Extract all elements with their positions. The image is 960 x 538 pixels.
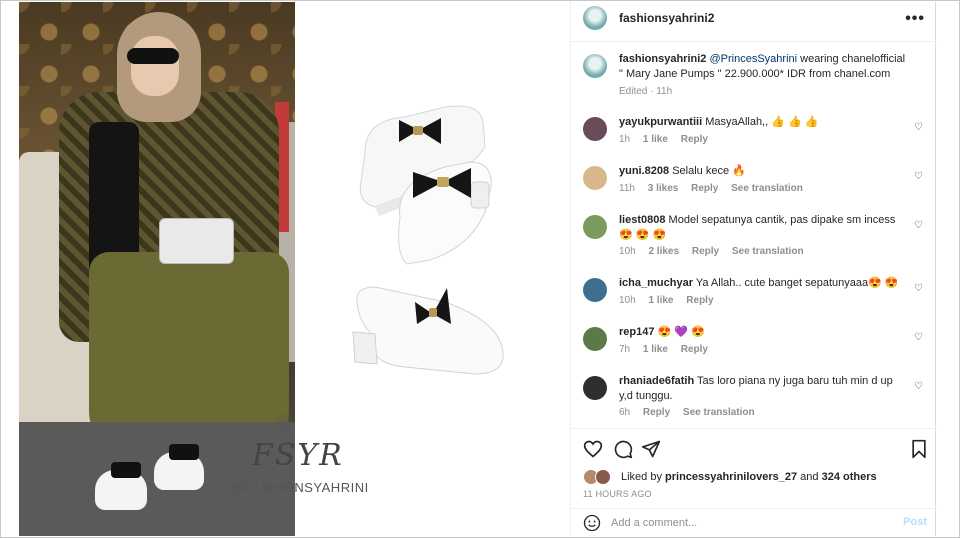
watermark-handle: @FASHIONSYAHRINI (230, 480, 369, 495)
post-button[interactable]: Post (903, 516, 927, 528)
share-icon[interactable] (641, 439, 661, 459)
comments-list: fashionsyahrini2 @PrincesSyahrini wearin… (571, 43, 937, 428)
comment-avatar[interactable] (583, 166, 607, 190)
more-icon[interactable]: ••• (905, 10, 925, 28)
watermark-monogram: FSYR (252, 438, 344, 473)
comment-heart-icon[interactable]: ♡ (914, 123, 924, 133)
post-panel: fashionsyahrini2 ••• fashionsyahrini2 @P… (570, 2, 937, 536)
reply-button[interactable]: Reply (686, 295, 713, 306)
bow-right (169, 444, 199, 460)
comment-body: Ya Allah.. cute banget sepatunyaaa😍 😍 (695, 277, 899, 289)
comment-likes[interactable]: 1 like (643, 344, 668, 355)
comment-avatar[interactable] (583, 327, 607, 351)
post-timestamp[interactable]: 11 HOURS AGO (583, 489, 652, 499)
comment-avatar[interactable] (583, 215, 607, 239)
liker-username[interactable]: princessyahrinilovers_27 (665, 471, 797, 483)
caption-text: fashionsyahrini2 @PrincesSyahrini wearin… (619, 52, 909, 82)
caption-meta: Edited · 11h (619, 86, 682, 97)
post-actions: Liked by princessyahrinilovers_27 and 32… (571, 428, 937, 508)
comment-meta: 1h 1 like Reply (619, 134, 718, 145)
comment-likes[interactable]: 1 like (648, 295, 673, 306)
comment-text: yuni.8208 Selalu kece 🔥 (619, 164, 909, 179)
comment-item: yuni.8208 Selalu kece 🔥 11h 3 likes Repl… (583, 164, 928, 204)
comment-meta: 10h 1 like Reply (619, 295, 724, 306)
comment-heart-icon[interactable]: ♡ (914, 221, 924, 231)
comment-avatar[interactable] (583, 376, 607, 400)
comment-heart-icon[interactable]: ♡ (914, 284, 924, 294)
comment-time: 7h (619, 344, 631, 355)
comment-username[interactable]: icha_muchyar (619, 277, 693, 289)
bookmark-icon[interactable] (909, 439, 929, 459)
emoji-icon[interactable] (583, 514, 601, 532)
heart-icon[interactable] (583, 439, 603, 459)
caption-mention[interactable]: @PrincesSyahrini (709, 53, 797, 65)
comment-heart-icon[interactable]: ♡ (914, 172, 924, 182)
comment-avatar[interactable] (583, 117, 607, 141)
comment-heart-icon[interactable]: ♡ (914, 382, 924, 392)
reply-button[interactable]: Reply (681, 134, 708, 145)
comment-text: liest0808 Model sepatunya cantik, pas di… (619, 213, 909, 243)
comment-avatar[interactable] (583, 278, 607, 302)
comment-time: 10h (619, 295, 636, 306)
crown-icon: ♕ (274, 410, 294, 435)
comment-username[interactable]: yuni.8208 (619, 165, 669, 177)
see-translation-button[interactable]: See translation (732, 246, 804, 257)
comment-meta: 11h 3 likes Reply See translation (619, 183, 813, 194)
comment-item: rep147 😍 💜 😍 7h 1 like Reply ♡ (583, 325, 928, 365)
comment-time: 11h (619, 183, 635, 194)
caption-username[interactable]: fashionsyahrini2 (619, 53, 706, 65)
comment-text: rhaniade6fatih Tas loro piana ny juga ba… (619, 374, 909, 404)
comment-text: yayukpurwantiii MasyaAllah,, 👍 👍 👍 (619, 115, 909, 130)
comment-item: yayukpurwantiii MasyaAllah,, 👍 👍 👍 1h 1 … (583, 115, 928, 155)
reply-button[interactable]: Reply (643, 407, 670, 418)
liker-avatar[interactable] (595, 469, 611, 485)
reply-button[interactable]: Reply (681, 344, 708, 355)
comment-body: 😍 💜 😍 (657, 326, 705, 338)
comment-username[interactable]: liest0808 (619, 214, 665, 226)
bow-left (111, 462, 141, 478)
comment-body: Selalu kece 🔥 (672, 165, 746, 177)
comment-item: rhaniade6fatih Tas loro piana ny juga ba… (583, 374, 928, 424)
caption-edited: Edited · 11h (619, 86, 673, 97)
comment-input[interactable] (611, 514, 881, 532)
comment-meta: 10h 2 likes Reply See translation (619, 246, 814, 257)
add-comment-bar: Post (571, 508, 937, 536)
post-header: fashionsyahrini2 ••• (571, 2, 937, 42)
comment-likes[interactable]: 2 likes (648, 246, 679, 257)
comment-text: rep147 😍 💜 😍 (619, 325, 909, 340)
comment-text: icha_muchyar Ya Allah.. cute banget sepa… (619, 276, 909, 291)
comment-username[interactable]: rhaniade6fatih (619, 375, 694, 387)
comment-username[interactable]: rep147 (619, 326, 654, 338)
comment-username[interactable]: yayukpurwantiii (619, 116, 702, 128)
owner-avatar[interactable] (583, 6, 607, 30)
comment-meta: 6h Reply See translation (619, 407, 765, 418)
comment-time: 1h (619, 134, 631, 145)
caption-avatar[interactable] (583, 54, 607, 78)
comment-likes[interactable]: 3 likes (648, 183, 679, 194)
see-translation-button[interactable]: See translation (731, 183, 803, 194)
see-translation-button[interactable]: See translation (683, 407, 755, 418)
handbag (159, 218, 234, 264)
reply-button[interactable]: Reply (692, 246, 719, 257)
reply-button[interactable]: Reply (691, 183, 718, 194)
comment-time: 6h (619, 407, 631, 418)
comment-time: 10h (619, 246, 636, 257)
comment-icon[interactable] (613, 439, 633, 459)
likes-text: Liked by princessyahrinilovers_27 and 32… (621, 471, 877, 483)
comment-meta: 7h 1 like Reply (619, 344, 718, 355)
comment-body: MasyaAllah,, 👍 👍 👍 (705, 116, 819, 128)
comment-item: icha_muchyar Ya Allah.. cute banget sepa… (583, 276, 928, 316)
likes-others[interactable]: 324 others (822, 471, 877, 483)
likes-prefix: Liked by (621, 471, 666, 483)
likes-and: and (797, 471, 822, 483)
face (131, 36, 179, 96)
comment-item: liest0808 Model sepatunya cantik, pas di… (583, 213, 928, 263)
sunglasses (127, 48, 179, 64)
owner-username[interactable]: fashionsyahrini2 (619, 11, 714, 25)
comment-likes[interactable]: 1 like (643, 134, 668, 145)
caption: fashionsyahrini2 @PrincesSyahrini wearin… (583, 52, 928, 102)
comment-heart-icon[interactable]: ♡ (914, 333, 924, 343)
